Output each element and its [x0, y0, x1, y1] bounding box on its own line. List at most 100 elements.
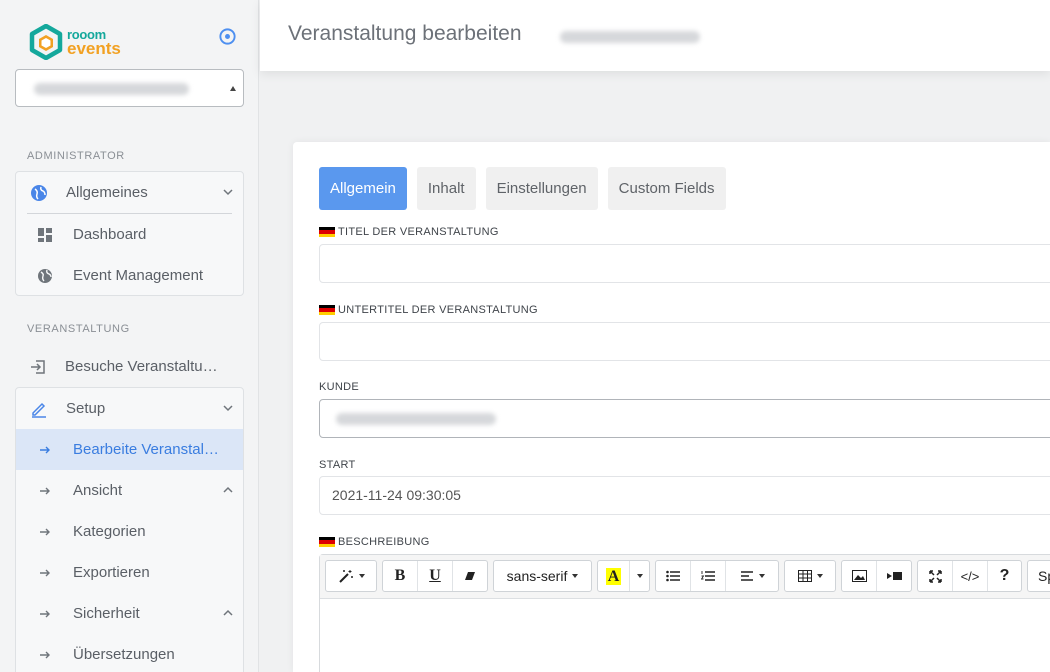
organization-select[interactable] — [15, 69, 244, 107]
sidebar: rooom events ADMINISTRATOR Allgemeines D… — [0, 0, 259, 672]
text-color-button[interactable]: A — [598, 561, 630, 591]
paragraph-group — [655, 560, 779, 592]
bold-button[interactable]: B — [383, 561, 418, 591]
font-style-group: B U — [382, 560, 488, 592]
tab-einstellungen[interactable]: Einstellungen — [485, 167, 598, 210]
underline-button[interactable]: U — [418, 561, 453, 591]
sidebar-item-ansicht[interactable]: Ansicht — [16, 470, 243, 511]
customer-select[interactable] — [319, 399, 1050, 438]
table-button[interactable] — [785, 561, 835, 591]
caret-icon — [358, 574, 365, 578]
sidebar-item-besuche[interactable]: Besuche Veranstaltu… — [15, 346, 244, 387]
description-field-label: BESCHREIBUNG — [319, 536, 430, 548]
description-label-text: BESCHREIBUNG — [338, 536, 430, 548]
edit-event-card: Allgemein Inhalt Einstellungen Custom Fi… — [293, 142, 1050, 672]
sidebar-item-event-management[interactable]: Event Management — [16, 255, 243, 296]
page-title: Veranstaltung bearbeiten — [288, 22, 522, 45]
german-flag-icon — [319, 305, 335, 315]
customer-label: KUNDE — [319, 381, 360, 393]
sidebar-item-setup[interactable]: Setup — [16, 388, 243, 429]
sidebar-visits-row: Besuche Veranstaltu… — [15, 346, 244, 387]
rich-text-editor: B U sans-serif A </> ? S — [319, 554, 1050, 672]
style-group — [325, 560, 377, 592]
logo[interactable]: rooom events — [29, 24, 121, 60]
eraser-icon — [465, 572, 475, 580]
align-left-icon — [740, 571, 753, 581]
sidebar-item-label: Setup — [66, 400, 106, 417]
caret-icon — [636, 574, 643, 578]
subtitle-field-label: UNTERTITEL DER VERANSTALTUNG — [319, 304, 538, 316]
chevron-down-icon — [223, 405, 233, 412]
code-view-button[interactable]: </> — [953, 561, 988, 591]
unordered-list-button[interactable] — [656, 561, 691, 591]
sidebar-item-label: Kategorien — [73, 523, 146, 540]
text-color-icon: A — [605, 567, 622, 585]
font-name-dropdown[interactable]: sans-serif — [494, 561, 591, 591]
ordered-list-button[interactable] — [691, 561, 726, 591]
arrow-right-icon — [36, 605, 54, 623]
blurred-event-name — [560, 31, 700, 43]
view-group: </> ? — [917, 560, 1022, 592]
sidebar-item-bearbeite-veranstaltung[interactable]: Bearbeite Veranstal… — [16, 429, 243, 470]
sidebar-item-uebersetzungen[interactable]: Übersetzungen — [16, 634, 243, 672]
sidebar-item-label: Übersetzungen — [73, 646, 175, 663]
subtitle-label-text: UNTERTITEL DER VERANSTALTUNG — [338, 304, 538, 316]
tab-inhalt[interactable]: Inhalt — [416, 167, 476, 210]
magic-wand-icon — [338, 570, 353, 583]
color-dropdown-button[interactable] — [630, 561, 649, 591]
select-caret-icon — [230, 86, 236, 91]
target-icon[interactable] — [218, 27, 237, 46]
font-name-group: sans-serif — [493, 560, 592, 592]
arrow-right-icon — [36, 564, 54, 582]
chevron-up-icon — [223, 609, 233, 616]
arrow-right-icon — [36, 646, 54, 664]
eraser-button[interactable] — [453, 561, 487, 591]
sidebar-item-dashboard[interactable]: Dashboard — [16, 214, 243, 255]
arrow-right-icon — [36, 441, 54, 459]
start-datetime-input[interactable]: 2021-11-24 09:30:05 — [319, 476, 1050, 515]
sidebar-item-allgemeines[interactable]: Allgemeines — [16, 172, 243, 213]
start-label: START — [319, 459, 356, 471]
color-group: A — [597, 560, 650, 592]
sidebar-item-label: Event Management — [73, 267, 204, 284]
chevron-down-icon — [223, 189, 233, 196]
logo-events-text: events — [67, 39, 121, 58]
sidebar-item-exportieren[interactable]: Exportieren — [16, 552, 243, 593]
align-dropdown-button[interactable] — [726, 561, 778, 591]
blurred-customer-name — [336, 413, 496, 425]
globe-icon — [36, 267, 54, 285]
sign-in-icon — [29, 358, 47, 376]
chevron-up-icon — [223, 486, 233, 493]
ordered-list-icon — [701, 571, 715, 581]
sidebar-item-label: Allgemeines — [66, 184, 148, 201]
tab-allgemein[interactable]: Allgemein — [319, 167, 407, 210]
picture-icon — [851, 570, 867, 582]
page-header: Veranstaltung bearbeiten — [260, 0, 1050, 71]
font-name-value: sans-serif — [506, 568, 568, 584]
insert-video-button[interactable] — [877, 561, 911, 591]
globe-icon — [30, 184, 48, 202]
sidebar-item-kategorien[interactable]: Kategorien — [16, 511, 243, 552]
sidebar-item-label: Bearbeite Veranstal… — [73, 441, 219, 458]
help-button[interactable]: ? — [988, 561, 1021, 591]
editor-content-area[interactable] — [320, 599, 1050, 672]
editor-toolbar: B U sans-serif A </> ? S — [320, 555, 1050, 599]
title-field-label: TITEL DER VERANSTALTUNG — [319, 226, 499, 238]
blurred-organization-name — [34, 83, 189, 95]
fullscreen-button[interactable] — [918, 561, 953, 591]
font-size-dropdown[interactable]: Sp — [1028, 561, 1050, 591]
section-label-veranstaltung: VERANSTALTUNG — [27, 323, 130, 335]
german-flag-icon — [319, 537, 335, 547]
magic-wand-button[interactable] — [326, 561, 376, 591]
subtitle-input[interactable] — [319, 322, 1050, 361]
sidebar-item-sicherheit[interactable]: Sicherheit — [16, 593, 243, 634]
unordered-list-icon — [666, 570, 680, 582]
tab-custom-fields[interactable]: Custom Fields — [607, 167, 726, 210]
dashboard-icon — [36, 226, 54, 244]
sidebar-item-label: Besuche Veranstaltu… — [65, 358, 218, 375]
setup-menu-card: Setup Bearbeite Veranstal… Ansicht Kateg… — [15, 387, 244, 672]
insert-image-button[interactable] — [842, 561, 877, 591]
section-label-administrator: ADMINISTRATOR — [27, 150, 125, 162]
title-input[interactable] — [319, 244, 1050, 283]
tab-bar: Allgemein Inhalt Einstellungen Custom Fi… — [319, 167, 736, 210]
